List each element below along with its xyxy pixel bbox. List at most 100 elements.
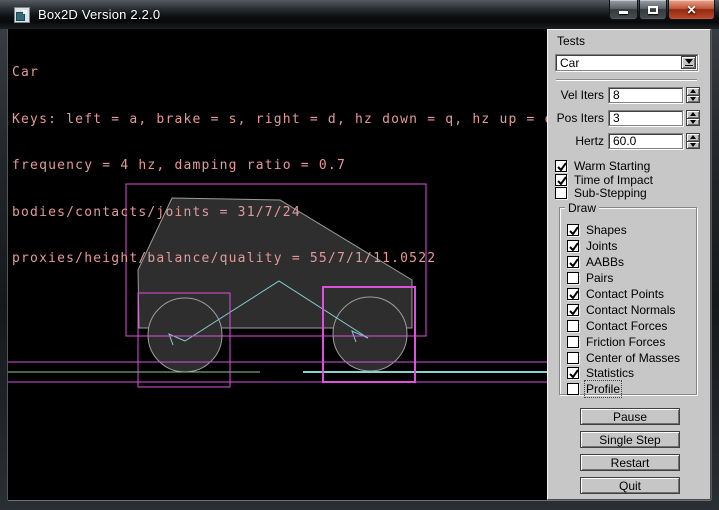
minimize-icon [619,11,628,14]
checkbox-label: Statistics [586,366,634,380]
checkbox-label: Center of Masses [586,351,680,365]
restart-button-label: Restart [611,456,650,470]
tests-dropdown-button[interactable] [681,56,696,69]
pos-iters-field[interactable] [608,110,683,126]
car-rear-wheel-shape [148,298,222,372]
checkbox-joints[interactable]: Joints [567,239,617,252]
tests-dropdown[interactable]: Car [555,54,698,71]
check-icon [556,175,568,187]
checkbox-aabbs[interactable]: AABBs [567,255,624,268]
statistics-text: Car Keys: left = a, brake = s, right = d… [12,34,547,298]
checkbox-label: Sub-Stepping [574,186,647,200]
arrow-up-icon [690,112,696,116]
vel-iters-spinner [686,87,700,103]
hertz-up-button[interactable] [686,133,700,142]
quit-button-label: Quit [619,479,641,493]
checkbox-box [567,336,579,348]
checkbox-sub-stepping[interactable]: Sub-Stepping [555,186,647,199]
checkbox-label: Friction Forces [586,335,665,349]
stats-line-title: Car [12,65,547,81]
simulation-canvas[interactable]: Car Keys: left = a, brake = s, right = d… [8,29,547,500]
close-icon: ✕ [686,4,696,16]
chevron-down-icon [685,59,693,64]
hertz-row: Hertz [548,133,710,149]
tests-dropdown-value: Car [560,56,579,70]
hertz-field[interactable] [608,133,683,149]
pos-iters-label: Pos Iters [548,111,604,125]
checkbox-label: Contact Normals [586,303,675,317]
checkbox-statistics[interactable]: Statistics [567,366,634,379]
checkbox-contact-forces[interactable]: Contact Forces [567,319,667,332]
checkbox-box [567,288,579,300]
checkbox-label: Profile [586,382,620,396]
draw-group-label: Draw [565,201,599,215]
checkbox-box [555,160,567,172]
separator [556,79,697,81]
pos-iters-spinner [686,110,700,126]
restart-button[interactable]: Restart [580,454,680,471]
pause-button[interactable]: Pause [580,408,680,425]
check-icon [568,225,580,237]
checkbox-label: Shapes [586,223,627,237]
checkbox-pairs[interactable]: Pairs [567,271,613,284]
checkbox-box [567,256,579,268]
checkbox-box [567,272,579,284]
chevron-bar-icon [685,65,693,66]
arrow-down-icon [690,97,696,101]
check-icon [568,289,580,301]
stats-line-frequency: frequency = 4 hz, damping ratio = 0.7 [12,158,547,174]
pos-iters-up-button[interactable] [686,110,700,119]
arrow-up-icon [690,135,696,139]
checkbox-box [567,240,579,252]
checkbox-box [567,224,579,236]
titlebar[interactable]: Box2D Version 2.2.0 ✕ [0,0,719,29]
pause-button-label: Pause [613,410,647,424]
stats-line-keys: Keys: left = a, brake = s, right = d, hz… [12,112,547,128]
window-controls: ✕ [609,0,715,20]
checkbox-time-of-impact[interactable]: Time of Impact [555,173,653,186]
check-icon [568,368,580,380]
checkbox-label: Pairs [586,271,613,285]
checkbox-box [567,320,579,332]
checkbox-label: Warm Starting [574,159,650,173]
checkbox-warm-starting[interactable]: Warm Starting [555,159,650,172]
vel-iters-row: Vel Iters [548,87,710,103]
stats-line-bodies: bodies/contacts/joints = 31/7/24 [12,205,547,221]
arrow-down-icon [690,143,696,147]
maximize-button[interactable] [639,0,667,20]
minimize-button[interactable] [609,0,638,20]
arrow-down-icon [690,120,696,124]
control-panel: Tests Car Vel Iters Pos Iters [547,29,711,500]
close-button[interactable]: ✕ [668,0,715,20]
vel-iters-up-button[interactable] [686,87,700,96]
checkbox-label: AABBs [586,255,624,269]
app-icon-dot [23,10,27,14]
vel-iters-down-button[interactable] [686,96,700,104]
checkbox-profile[interactable]: Profile [567,382,620,395]
window-title: Box2D Version 2.2.0 [38,7,160,22]
checkbox-box [567,304,579,316]
checkbox-label: Time of Impact [574,173,653,187]
hertz-down-button[interactable] [686,142,700,150]
quit-button[interactable]: Quit [580,477,680,494]
checkbox-contact-normals[interactable]: Contact Normals [567,303,675,316]
single-step-button[interactable]: Single Step [580,431,680,448]
checkbox-label: Contact Forces [586,319,667,333]
pos-iters-down-button[interactable] [686,119,700,127]
checkbox-shapes[interactable]: Shapes [567,223,627,236]
app-icon [14,7,30,23]
single-step-button-label: Single Step [599,433,660,447]
vel-iters-field[interactable] [608,87,683,103]
vel-iters-label: Vel Iters [548,88,604,102]
check-icon [556,161,568,173]
pos-iters-row: Pos Iters [548,110,710,126]
checkbox-friction-forces[interactable]: Friction Forces [567,335,665,348]
check-icon [568,257,580,269]
hertz-spinner [686,133,700,149]
checkbox-center-of-masses[interactable]: Center of Masses [567,351,680,364]
tests-label: Tests [557,34,585,48]
app-window: Box2D Version 2.2.0 ✕ [0,0,719,510]
checkbox-box [567,352,579,364]
checkbox-contact-points[interactable]: Contact Points [567,287,664,300]
client-area: Car Keys: left = a, brake = s, right = d… [8,29,711,500]
